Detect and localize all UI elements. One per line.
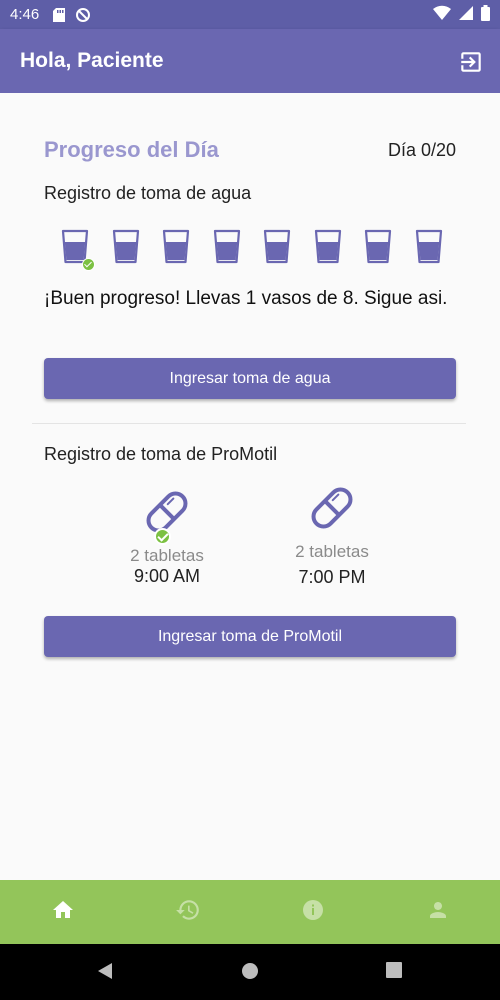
glass-icon: [313, 227, 343, 265]
system-nav-bar: [0, 944, 500, 1000]
pill-dose-morning: 2 tabletas 9:00 AM: [97, 486, 237, 587]
bottom-nav: [0, 880, 500, 944]
back-icon[interactable]: [96, 962, 114, 985]
dose-time: 9:00 AM: [133, 566, 201, 586]
app-bar: Hola, Paciente: [0, 29, 500, 93]
glass-icon: [212, 227, 242, 265]
history-icon: [175, 897, 201, 928]
add-water-button[interactable]: Ingresar toma de agua: [44, 358, 456, 399]
nav-info[interactable]: [250, 880, 375, 944]
glass-icon: [161, 227, 191, 265]
dose-amount: 2 tabletas: [295, 542, 369, 561]
wifi-icon: [433, 5, 451, 25]
glass-icon: [111, 227, 141, 265]
main-content: Progreso del Día Día 0/20 Registro de to…: [0, 93, 500, 880]
status-time: 4:46: [10, 6, 40, 23]
progress-title: Progreso del Día: [44, 137, 219, 162]
data-saver-icon: [75, 7, 91, 23]
recents-icon[interactable]: [386, 962, 402, 983]
day-counter: Día 0/20: [387, 140, 456, 160]
home-icon: [51, 898, 75, 927]
nav-profile[interactable]: [375, 880, 500, 944]
glass-icon: [414, 227, 444, 265]
glass-icon: [363, 227, 393, 265]
logout-icon[interactable]: [458, 49, 484, 75]
sd-card-icon: [53, 7, 66, 22]
water-section-label: Registro de toma de agua: [44, 183, 252, 203]
pill-icon: [141, 486, 193, 545]
nav-home[interactable]: [0, 880, 125, 944]
home-circle-icon[interactable]: [241, 962, 259, 985]
water-glasses: [60, 227, 450, 271]
add-promotil-button[interactable]: Ingresar toma de ProMotil: [44, 616, 456, 657]
progress-message: ¡Buen progreso! Llevas 1 vasos de 8. Sig…: [44, 288, 448, 309]
pill-icon: [306, 482, 358, 534]
pills-section-label: Registro de toma de ProMotil: [44, 444, 278, 464]
battery-icon: [481, 5, 490, 25]
check-icon: [82, 258, 95, 271]
glass-icon: [262, 227, 292, 265]
section-divider: [32, 423, 466, 424]
person-icon: [426, 898, 450, 927]
info-icon: [301, 898, 325, 927]
app-bar-title: Hola, Paciente: [20, 49, 164, 72]
dose-amount: 2 tabletas: [130, 546, 204, 565]
nav-history[interactable]: [125, 880, 250, 944]
pill-dose-evening: 2 tabletas 7:00 PM: [262, 482, 402, 588]
dose-time: 7:00 PM: [298, 567, 366, 587]
status-bar: 4:46: [0, 0, 500, 29]
signal-icon: [459, 5, 473, 25]
glass-icon: [60, 227, 95, 271]
check-icon: [154, 528, 171, 545]
